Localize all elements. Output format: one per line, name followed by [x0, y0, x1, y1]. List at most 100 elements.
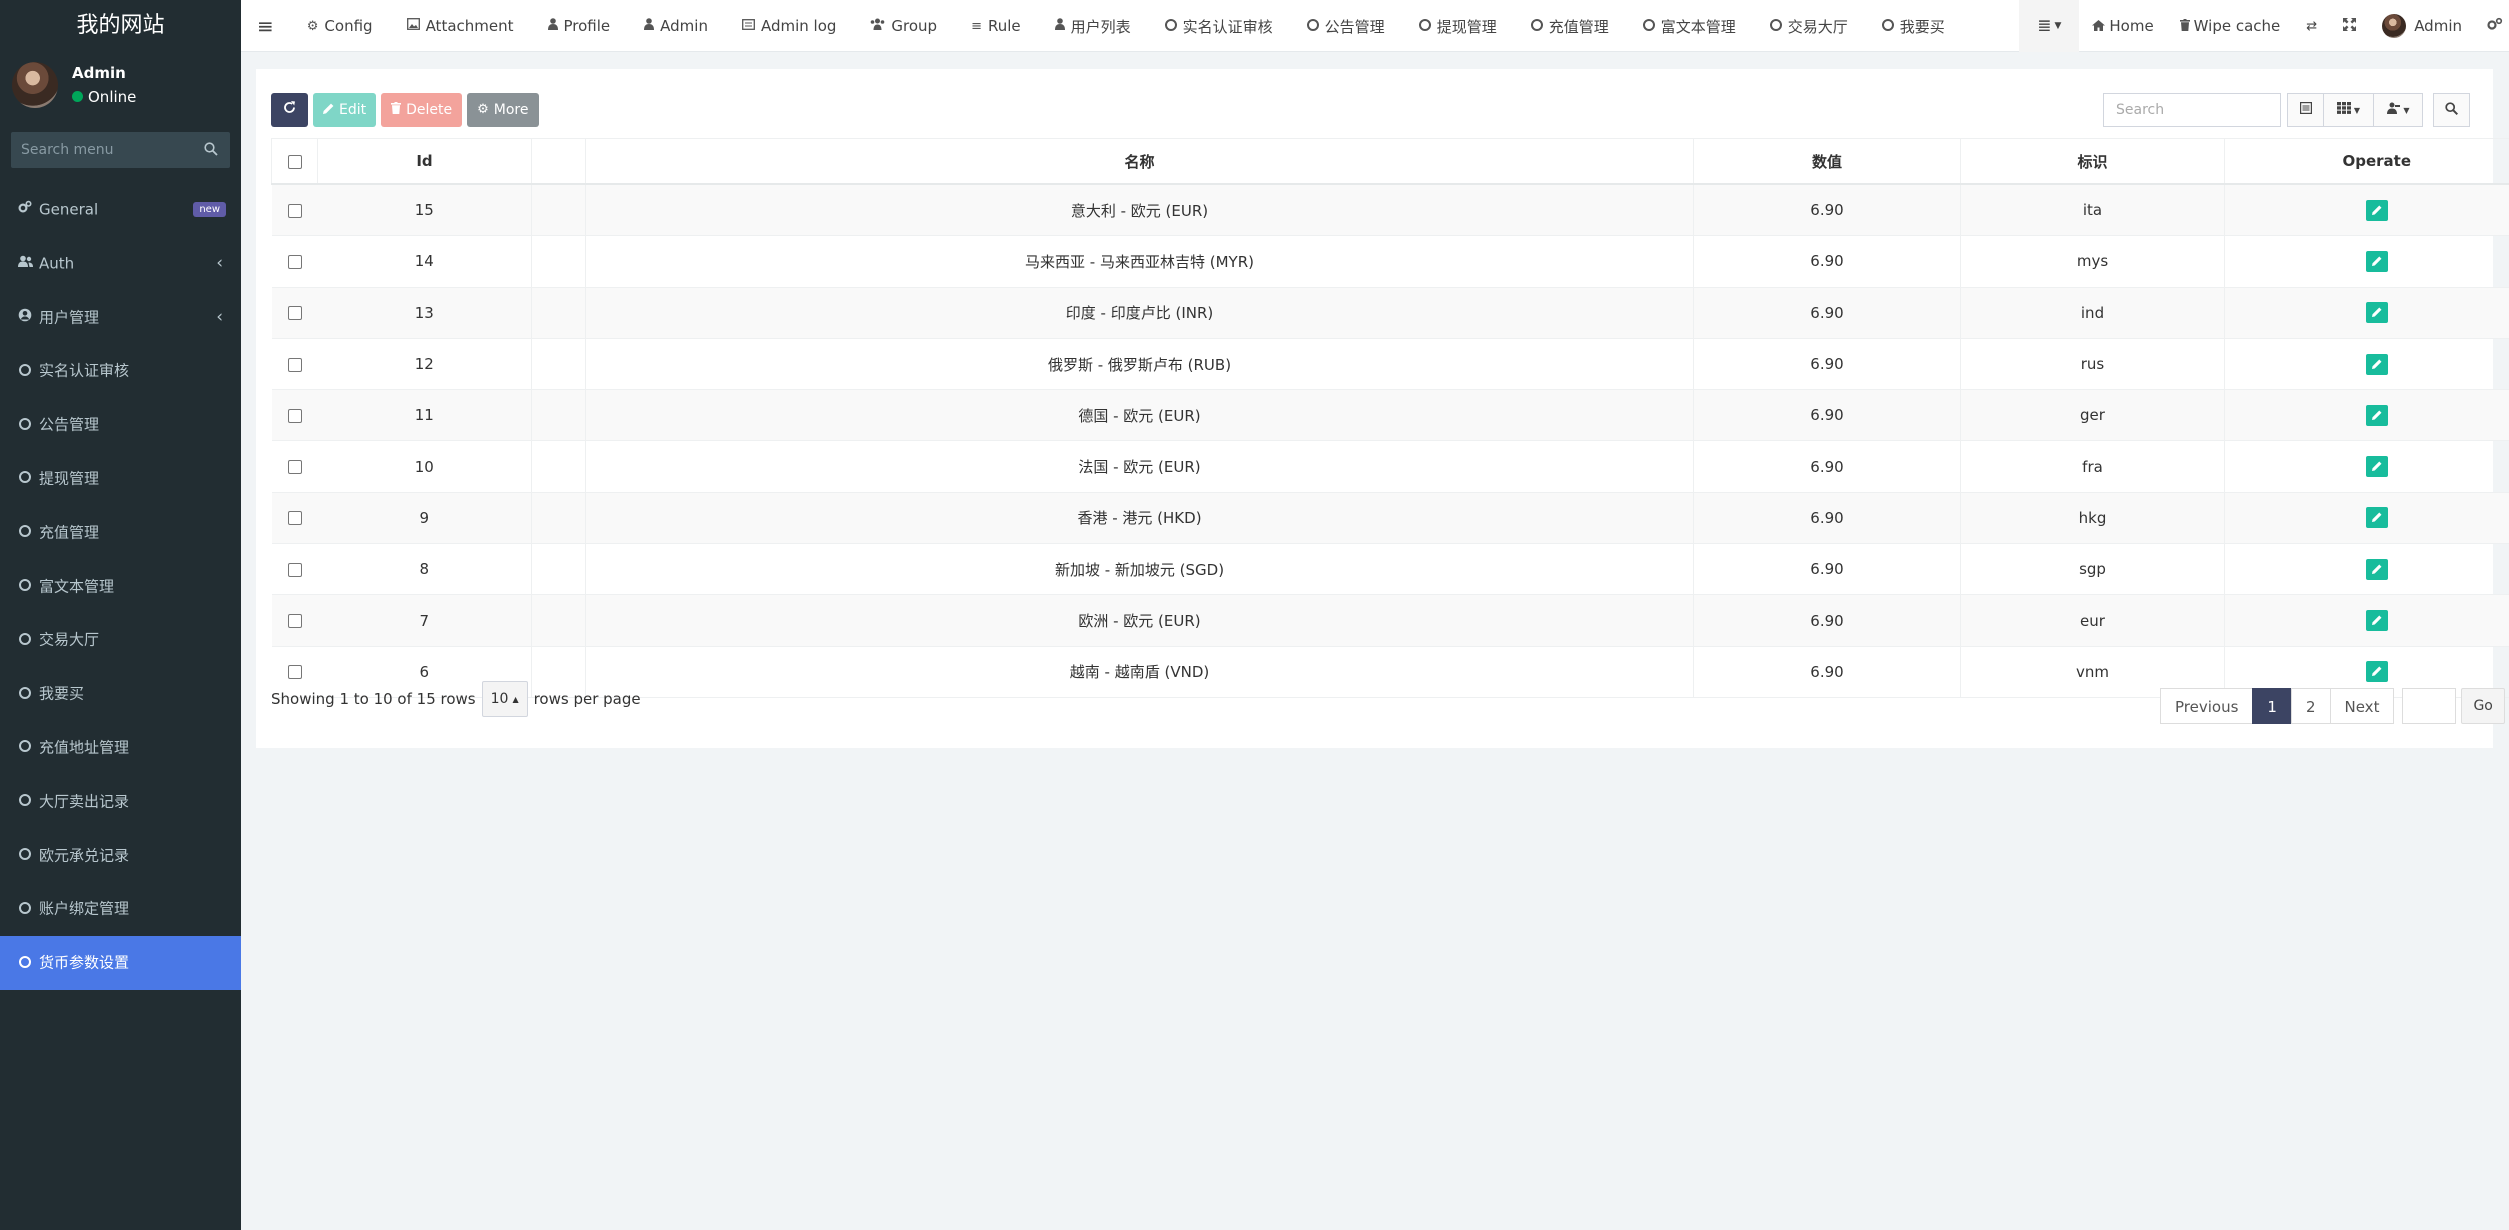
column-header-value[interactable]: 数值 [1693, 138, 1961, 185]
nav-dropdown-button[interactable]: ≣ ▼ [2019, 0, 2080, 52]
sidebar-item-account-binding[interactable]: 账户绑定管理 [0, 882, 241, 936]
columns-button[interactable]: ▼ [2323, 93, 2374, 127]
sidebar-item-trading-hall[interactable]: 交易大厅 [0, 613, 241, 667]
sidebar-item-label: 我要买 [39, 684, 85, 703]
tab-attachment[interactable]: Attachment [390, 0, 531, 52]
sidebar-toggle-button[interactable]: ≡ [241, 0, 290, 52]
sidebar-item-auth[interactable]: Auth ‹ [0, 237, 241, 291]
tab-withdrawals[interactable]: 提现管理 [1402, 0, 1514, 52]
table-toolbar: Edit Delete ⚙ More [271, 93, 539, 127]
wipe-cache-button[interactable]: Wipe cache [2167, 0, 2294, 52]
row-edit-button[interactable] [2365, 199, 2388, 221]
page-size-select[interactable]: 10 ▲ [481, 681, 528, 717]
table-search-input[interactable] [2103, 93, 2281, 127]
more-button[interactable]: ⚙ More [467, 93, 539, 127]
sidebar-item-buy[interactable]: 我要买 [0, 667, 241, 721]
row-edit-button[interactable] [2365, 250, 2388, 272]
advanced-search-button[interactable] [2433, 93, 2470, 127]
tab-admin[interactable]: Admin [627, 0, 725, 52]
refresh-button[interactable] [271, 93, 308, 127]
row-edit-button[interactable] [2365, 302, 2388, 324]
page-1-button[interactable]: 1 [2252, 688, 2292, 724]
sidebar-item-currency-settings[interactable]: 货币参数设置 [0, 936, 241, 990]
user-icon [644, 18, 655, 34]
sidebar-item-general[interactable]: General new [0, 183, 241, 237]
row-edit-button[interactable] [2365, 558, 2388, 580]
row-edit-button[interactable] [2365, 610, 2388, 632]
export-button[interactable]: ▼ [2373, 93, 2423, 127]
cell-name: 德国 - 欧元 (EUR) [585, 389, 1694, 442]
sidebar-item-verification[interactable]: 实名认证审核 [0, 344, 241, 398]
pencil-icon [2371, 461, 2382, 472]
user-menu[interactable]: Admin [2369, 0, 2475, 52]
row-checkbox[interactable] [287, 203, 302, 218]
tab-group[interactable]: Group [853, 0, 954, 52]
pencil-icon [2371, 615, 2382, 626]
sidebar-item-recharge-address[interactable]: 充值地址管理 [0, 721, 241, 775]
sidebar-item-label: 交易大厅 [39, 630, 100, 649]
column-header-name[interactable]: 名称 [585, 138, 1694, 185]
tab-admin-log[interactable]: Admin log [725, 0, 853, 52]
row-edit-button[interactable] [2365, 661, 2388, 683]
row-checkbox[interactable] [287, 306, 302, 321]
row-select-cell [271, 492, 318, 545]
home-link[interactable]: Home [2079, 0, 2166, 52]
go-button[interactable]: Go [2461, 688, 2505, 724]
cell-id: 15 [317, 184, 532, 237]
wipe-cache-label: Wipe cache [2193, 17, 2281, 35]
row-checkbox[interactable] [287, 254, 302, 269]
tab-profile[interactable]: Profile [531, 0, 628, 52]
tab-rule[interactable]: ≡ Rule [954, 0, 1038, 52]
sidebar-item-user-management[interactable]: 用户管理 ‹ [0, 291, 241, 345]
top-navbar: ≡ ⚙ Config Attachment Profile Admin Admin… [241, 0, 2509, 52]
cell-id: 13 [317, 287, 532, 339]
tab-trading-hall[interactable]: 交易大厅 [1753, 0, 1865, 52]
circle-o-icon [18, 452, 32, 506]
tab-user-list[interactable]: 用户列表 [1038, 0, 1148, 52]
row-edit-button[interactable] [2365, 507, 2388, 529]
cell-id: 12 [317, 338, 532, 391]
column-header-code[interactable]: 标识 [1960, 138, 2225, 185]
column-header-id[interactable]: Id [317, 138, 532, 185]
sidebar-item-recharge[interactable]: 充值管理 [0, 506, 241, 560]
row-checkbox[interactable] [287, 511, 302, 526]
control-sidebar-button[interactable] [2475, 0, 2509, 52]
edit-button[interactable]: Edit [313, 93, 377, 127]
sidebar-item-sell-records[interactable]: 大厅卖出记录 [0, 775, 241, 829]
tab-label: Attachment [425, 17, 514, 35]
sidebar-item-withdrawals[interactable]: 提现管理 [0, 452, 241, 506]
sidebar-search-input[interactable] [11, 132, 201, 168]
cell-spacer [531, 235, 586, 288]
row-checkbox[interactable] [287, 665, 302, 680]
row-checkbox[interactable] [287, 357, 302, 372]
select-all-checkbox[interactable] [287, 154, 302, 169]
row-edit-button[interactable] [2365, 456, 2388, 478]
delete-button[interactable]: Delete [381, 93, 463, 127]
tab-config[interactable]: ⚙ Config [290, 0, 390, 52]
go-to-page-input[interactable] [2402, 688, 2457, 724]
toggle-view-button[interactable] [2287, 93, 2324, 127]
row-checkbox[interactable] [287, 460, 302, 475]
tab-verification[interactable]: 实名认证审核 [1148, 0, 1290, 52]
tab-label: Group [891, 17, 938, 35]
delete-label: Delete [406, 102, 453, 118]
language-button[interactable]: ⇄ [2293, 0, 2330, 52]
page-2-button[interactable]: 2 [2290, 688, 2331, 724]
tab-recharge[interactable]: 充值管理 [1514, 0, 1626, 52]
row-checkbox[interactable] [287, 562, 302, 577]
sidebar-item-rich-text[interactable]: 富文本管理 [0, 560, 241, 614]
sidebar-item-announcements[interactable]: 公告管理 [0, 398, 241, 452]
previous-page-button[interactable]: Previous [2160, 688, 2254, 724]
row-checkbox[interactable] [287, 614, 302, 629]
row-checkbox[interactable] [287, 408, 302, 423]
row-edit-button[interactable] [2365, 404, 2388, 426]
tab-buy[interactable]: 我要买 [1865, 0, 1962, 52]
tab-rich-text[interactable]: 富文本管理 [1626, 0, 1753, 52]
next-page-button[interactable]: Next [2329, 688, 2395, 724]
row-edit-button[interactable] [2365, 353, 2388, 375]
fullscreen-button[interactable] [2330, 0, 2369, 52]
tab-announcements[interactable]: 公告管理 [1290, 0, 1402, 52]
site-logo[interactable]: 我的网站 [0, 0, 241, 52]
search-icon[interactable] [204, 141, 218, 160]
sidebar-item-euro-records[interactable]: 欧元承兑记录 [0, 829, 241, 883]
